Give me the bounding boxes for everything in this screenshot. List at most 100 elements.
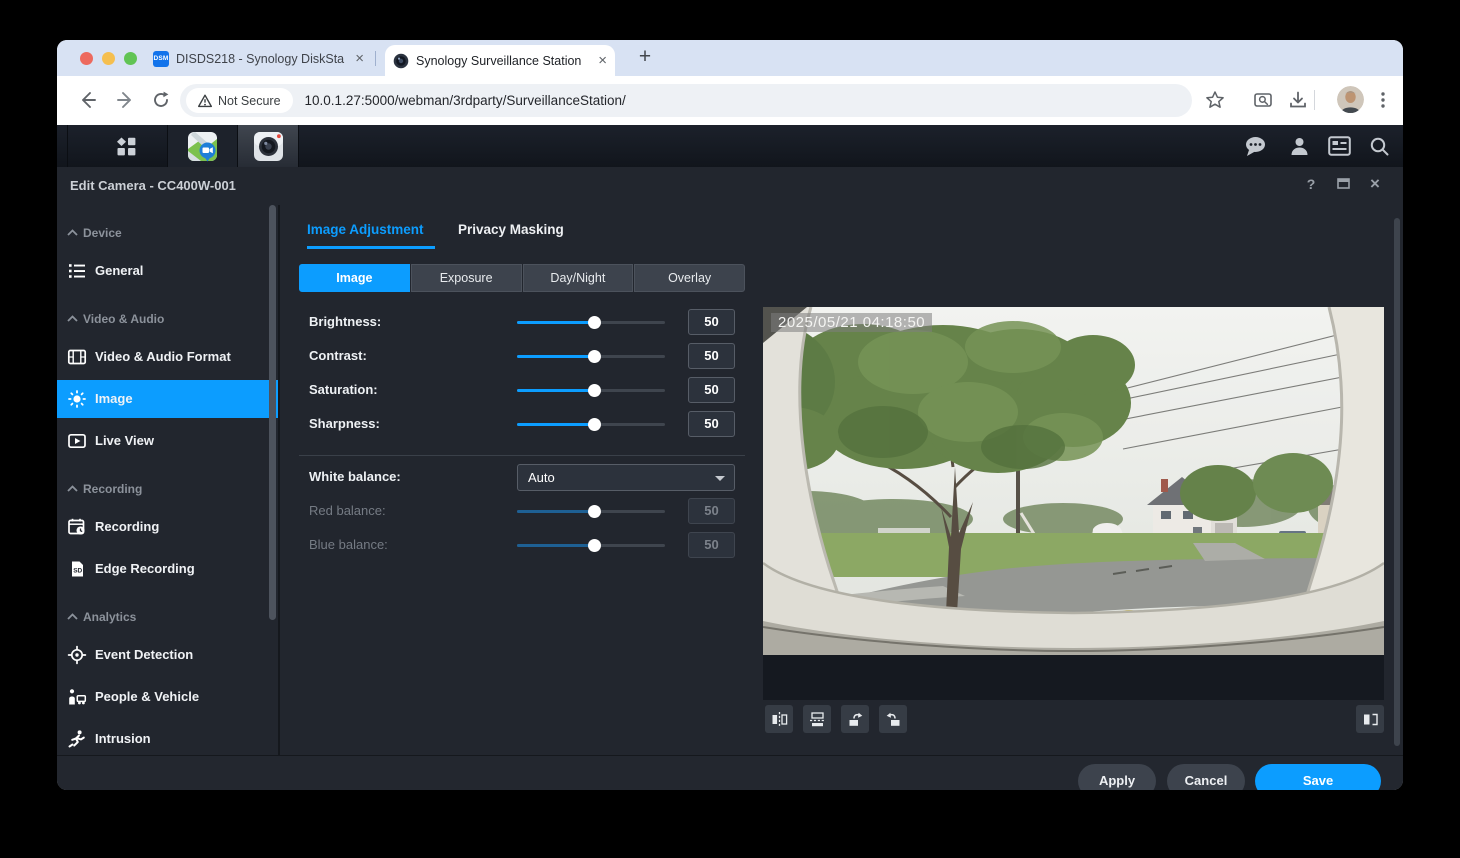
sidebar-item-general[interactable]: General [57,252,278,290]
tab-close-icon[interactable]: × [355,51,364,66]
browser-tab-dsm[interactable]: DSM DISDS218 - Synology DiskSta × [145,44,372,73]
dsm-widgets-button[interactable] [1319,125,1359,167]
slider-knob[interactable] [588,350,601,363]
close-button[interactable]: × [1365,174,1385,194]
red-balance-value: 50 [688,498,735,524]
white-balance-dropdown[interactable]: Auto [517,464,735,491]
flip-horizontal-button[interactable] [765,705,793,733]
tab-image-adjustment[interactable]: Image Adjustment [307,222,424,237]
slider-fill [517,510,594,513]
bookmark-star-icon[interactable] [1205,90,1225,110]
saturation-value[interactable]: 50 [688,377,735,403]
slider-knob[interactable] [588,384,601,397]
saturation-slider[interactable] [517,389,665,392]
cancel-button[interactable]: Cancel [1167,764,1245,790]
sidebar-item-label: General [95,263,143,278]
download-icon[interactable] [1288,90,1308,110]
chevron-down-icon [715,476,725,481]
sidebar-scrollbar[interactable] [269,205,276,620]
sidebar-item-live-view[interactable]: Live View [57,422,278,460]
slider-knob [588,539,601,552]
browser-toolbar: Not Secure 10.0.1.27:5000/webman/3rdpart… [57,76,1403,125]
image-subtab-group: Image Exposure Day/Night Overlay [299,264,745,292]
subtab-overlay[interactable]: Overlay [634,264,745,292]
sidebar-section-video-audio[interactable]: Video & Audio [57,309,277,329]
traffic-close-button[interactable] [80,52,93,65]
traffic-minimize-button[interactable] [102,52,115,65]
save-button[interactable]: Save [1255,764,1381,790]
sidebar-section-analytics[interactable]: Analytics [57,607,277,627]
help-button[interactable]: ? [1301,176,1321,192]
sidebar-item-recording[interactable]: Recording [57,508,278,546]
dsm-search-button[interactable] [1359,125,1399,167]
slider-knob[interactable] [588,418,601,431]
tab-privacy-masking[interactable]: Privacy Masking [458,222,564,237]
tab-close-icon[interactable]: × [598,53,607,68]
content-scrollbar[interactable] [1394,218,1400,746]
profile-avatar[interactable] [1337,86,1364,113]
dsm-user-menu-button[interactable] [1279,125,1319,167]
slider-knob[interactable] [588,316,601,329]
section-divider [299,455,745,456]
sidebar-item-label: Event Detection [95,647,193,662]
subtab-exposure[interactable]: Exposure [411,264,522,292]
brightness-value[interactable]: 50 [688,309,735,335]
dialog-footer: Apply Cancel Save [57,755,1403,790]
traffic-zoom-button[interactable] [124,52,137,65]
dsm-chat-button[interactable] [1235,125,1275,167]
contrast-slider[interactable] [517,355,665,358]
dsm-app-surveillance-station-button[interactable] [238,125,298,167]
svg-text:SD: SD [73,568,82,575]
dsm-app-map-camera-button[interactable] [168,125,237,167]
compare-view-button[interactable] [1356,705,1384,733]
flip-vertical-icon [809,711,826,728]
film-icon [67,347,87,367]
reload-icon[interactable] [151,90,171,110]
contrast-value[interactable]: 50 [688,343,735,369]
chevron-up-icon [67,315,78,322]
sidebar-section-recording[interactable]: Recording [57,479,277,499]
contrast-label: Contrast: [309,348,367,363]
tab-search-icon[interactable] [1253,90,1273,110]
dsm-main-menu-button[interactable] [95,125,157,167]
browser-tab-surveillance[interactable]: Synology Surveillance Station × [385,45,615,76]
live-view-icon [67,431,87,451]
dsm-separator [298,125,299,167]
dsm-separator [67,125,68,167]
camera-preview-panel: 2025/05/21 04:18:50 [763,307,1384,700]
sd-card-icon: SD [67,559,87,579]
sidebar-item-video-audio-format[interactable]: Video & Audio Format [57,338,278,376]
forward-icon[interactable] [115,90,135,110]
browser-menu-kebab-icon[interactable] [1373,90,1393,110]
subtab-image[interactable]: Image [299,264,410,292]
rotate-clockwise-button[interactable] [841,705,869,733]
sharpness-value[interactable]: 50 [688,411,735,437]
address-bar[interactable]: Not Secure 10.0.1.27:5000/webman/3rdpart… [180,84,1192,117]
sidebar-item-image[interactable]: Image [57,380,278,418]
sidebar-item-edge-recording[interactable]: SD Edge Recording [57,550,278,588]
sidebar-item-event-detection[interactable]: Event Detection [57,636,278,674]
sidebar-item-intrusion[interactable]: Intrusion [57,720,278,758]
chevron-up-icon [67,613,78,620]
sidebar-item-label: Intrusion [95,731,151,746]
sidebar-item-people-vehicle[interactable]: People & Vehicle [57,678,278,716]
rotate-counterclockwise-button[interactable] [879,705,907,733]
slider-fill [517,544,594,547]
new-tab-button[interactable]: + [631,43,659,71]
brightness-slider[interactable] [517,321,665,324]
brightness-label: Brightness: [309,314,381,329]
security-chip[interactable]: Not Secure [186,88,293,113]
surveillance-station-app-icon [253,131,284,162]
maximize-button[interactable] [1333,176,1353,192]
user-icon [1289,136,1310,157]
main-menu-icon [117,137,136,156]
apply-button[interactable]: Apply [1078,764,1156,790]
warning-icon [198,94,212,108]
subtab-day-night[interactable]: Day/Night [523,264,634,292]
flip-horizontal-icon [771,711,788,728]
sharpness-label: Sharpness: [309,416,380,431]
back-icon[interactable] [78,90,98,110]
flip-vertical-button[interactable] [803,705,831,733]
sharpness-slider[interactable] [517,423,665,426]
sidebar-section-device[interactable]: Device [57,223,277,243]
